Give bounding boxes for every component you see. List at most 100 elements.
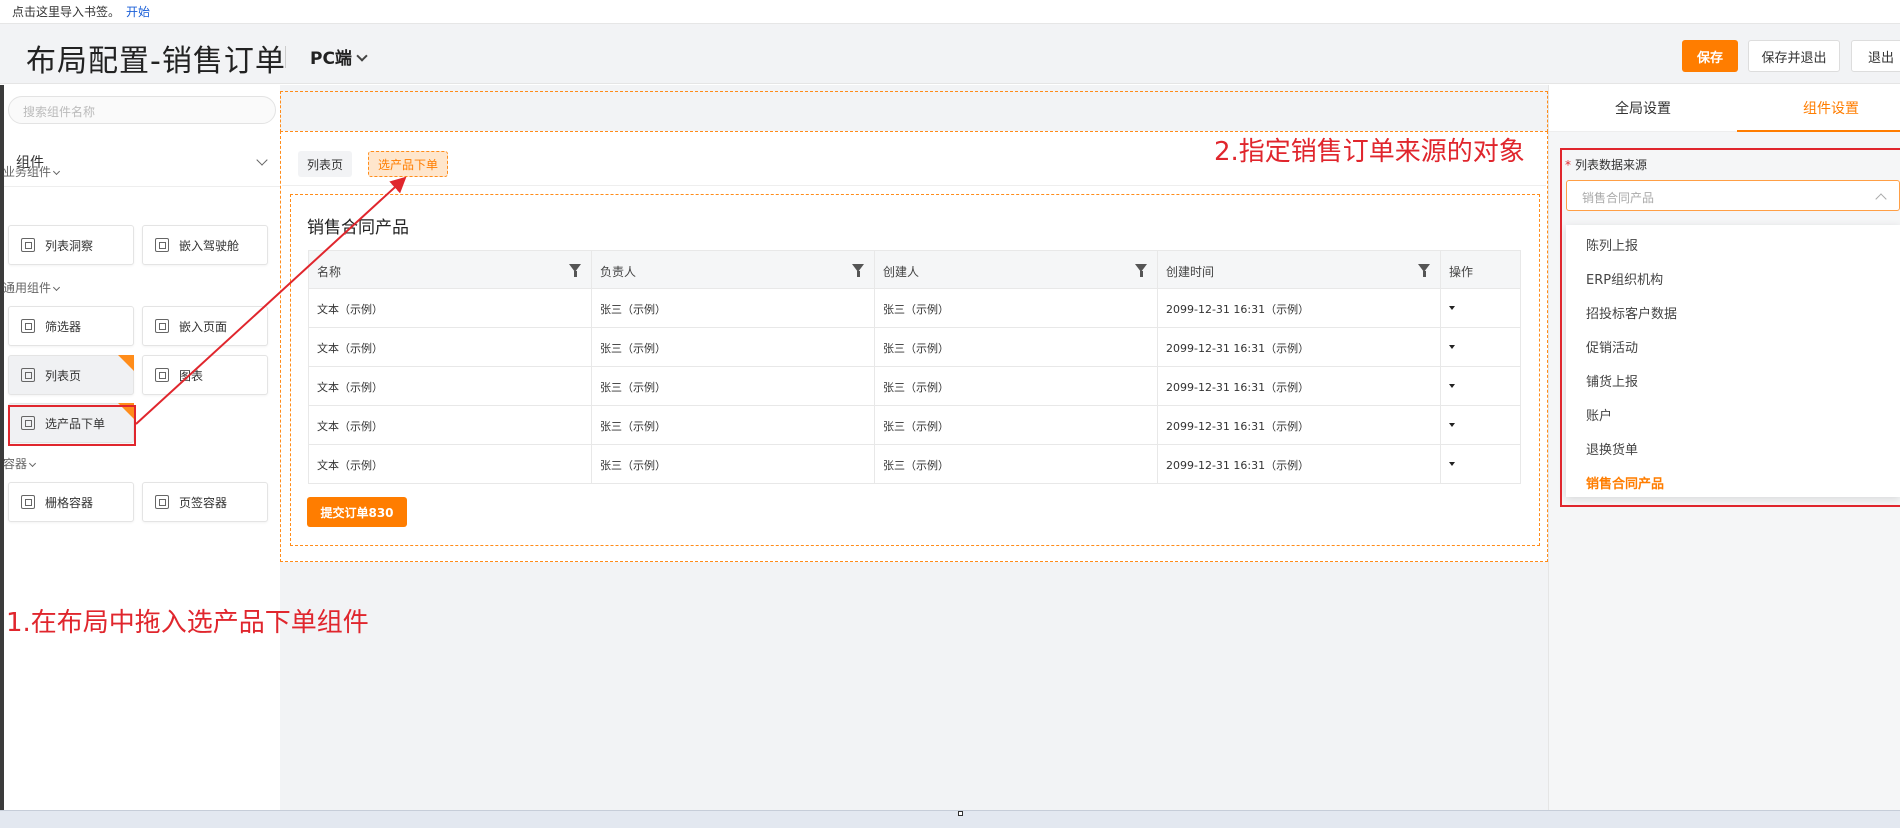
chevron-down-icon <box>52 167 61 176</box>
app-header: 布局配置-销售订单 PC端 保存 保存并退出 退出 <box>0 24 1900 84</box>
column-header-owner: 负责人 <box>592 251 875 290</box>
cell-owner: 张三（示例） <box>592 445 875 483</box>
component-search-input[interactable]: 搜索组件名称 <box>8 96 276 124</box>
group-general-label: 通用组件 <box>3 281 52 295</box>
resize-handle-icon[interactable] <box>958 811 963 816</box>
column-header-creator: 创建人 <box>875 251 1158 290</box>
cell-name: 文本（示例） <box>309 367 592 405</box>
component-icon <box>21 495 35 509</box>
cell-name: 文本（示例） <box>309 328 592 366</box>
data-source-value: 销售合同产品 <box>1582 191 1655 205</box>
option-bidding-customer[interactable]: 招投标客户数据 <box>1586 303 1677 322</box>
component-icon <box>21 319 35 333</box>
component-label: 列表洞察 <box>45 238 94 253</box>
component-embed-page[interactable]: 嵌入页面 <box>142 306 268 346</box>
filter-icon[interactable] <box>569 264 581 277</box>
component-label: 筛选器 <box>45 319 82 334</box>
component-grid-container[interactable]: 栅格容器 <box>8 482 134 522</box>
chevron-down-icon <box>256 154 268 166</box>
component-icon <box>155 495 169 509</box>
tab-global-settings[interactable]: 全局设置 <box>1549 85 1737 132</box>
option-erp-org[interactable]: ERP组织机构 <box>1586 269 1663 288</box>
component-label: 图表 <box>179 368 204 383</box>
filter-icon[interactable] <box>1418 264 1430 277</box>
component-chart[interactable]: 图表 <box>142 355 268 395</box>
annotation-step-1: 1.在布局中拖入选产品下单组件 <box>6 608 369 638</box>
tab-select-product-order[interactable]: 选产品下单 <box>368 151 448 177</box>
exit-button[interactable]: 退出 <box>1851 40 1900 72</box>
option-promotion[interactable]: 促销活动 <box>1586 337 1638 356</box>
cell-creator: 张三（示例） <box>875 289 1158 327</box>
cell-actions[interactable] <box>1441 367 1521 405</box>
filter-icon[interactable] <box>852 264 864 277</box>
cell-actions[interactable] <box>1441 406 1521 444</box>
component-icon <box>155 319 169 333</box>
group-container-label: 容器 <box>3 457 28 471</box>
cell-created-time: 2099-12-31 16:31（示例） <box>1158 289 1441 327</box>
cell-creator: 张三（示例） <box>875 367 1158 405</box>
tab-list-page[interactable]: 列表页 <box>298 151 352 177</box>
caret-down-icon <box>1449 306 1455 310</box>
option-account[interactable]: 账户 <box>1586 405 1612 424</box>
table-row: 文本（示例） 张三（示例） 张三（示例） 2099-12-31 16:31（示例… <box>308 445 1521 484</box>
empty-drop-zone[interactable] <box>280 91 1548 132</box>
component-icon <box>155 368 169 382</box>
caret-down-icon <box>1449 384 1455 388</box>
page-title: 布局配置-销售订单 <box>26 44 286 79</box>
table-row: 文本（示例） 张三（示例） 张三（示例） 2099-12-31 16:31（示例… <box>308 406 1521 445</box>
bottom-scrollbar[interactable] <box>0 810 1900 828</box>
chevron-down-icon <box>356 50 368 62</box>
component-list-page[interactable]: 列表页 <box>8 355 134 395</box>
component-select-product-order[interactable]: 选产品下单 <box>8 403 134 443</box>
cell-actions[interactable] <box>1441 328 1521 366</box>
cell-actions[interactable] <box>1441 445 1521 483</box>
cell-creator: 张三（示例） <box>875 406 1158 444</box>
chevron-down-icon <box>52 283 61 292</box>
tab-component-settings[interactable]: 组件设置 <box>1737 85 1900 132</box>
cell-owner: 张三（示例） <box>592 406 875 444</box>
column-header-label: 创建时间 <box>1166 265 1215 279</box>
title-divider <box>285 46 286 68</box>
column-header-label: 名称 <box>317 265 342 279</box>
data-source-select[interactable]: 销售合同产品 <box>1566 180 1900 211</box>
save-button[interactable]: 保存 <box>1682 40 1738 72</box>
table-row: 文本（示例） 张三（示例） 张三（示例） 2099-12-31 16:31（示例… <box>308 289 1521 328</box>
option-display-report[interactable]: 陈列上报 <box>1586 235 1638 254</box>
caret-down-icon <box>1449 462 1455 466</box>
component-tab-container[interactable]: 页签容器 <box>142 482 268 522</box>
submit-order-button[interactable]: 提交订单830 <box>307 497 407 527</box>
bookmark-bar: 点击这里导入书签。 开始 <box>0 0 1900 24</box>
cell-owner: 张三（示例） <box>592 328 875 366</box>
group-business-label: 业务组件 <box>3 165 52 179</box>
section-title: 销售合同产品 <box>307 218 409 238</box>
component-label: 选产品下单 <box>45 416 106 431</box>
bookmark-start-link[interactable]: 开始 <box>126 5 150 19</box>
component-label: 栅格容器 <box>45 495 94 510</box>
group-general[interactable]: 通用组件 <box>3 279 61 296</box>
save-exit-button[interactable]: 保存并退出 <box>1748 40 1840 72</box>
table-header: 名称 负责人 创建人 创建时间 操作 <box>308 250 1521 290</box>
used-corner-badge <box>118 403 134 419</box>
table-row: 文本（示例） 张三（示例） 张三（示例） 2099-12-31 16:31（示例… <box>308 328 1521 367</box>
option-distribution-report[interactable]: 铺货上报 <box>1586 371 1638 390</box>
cell-owner: 张三（示例） <box>592 289 875 327</box>
option-sales-contract-product[interactable]: 销售合同产品 <box>1586 473 1664 492</box>
platform-select[interactable]: PC端 <box>310 44 368 69</box>
component-embed-cockpit[interactable]: 嵌入驾驶舱 <box>142 225 268 265</box>
component-icon <box>21 368 35 382</box>
cell-creator: 张三（示例） <box>875 445 1158 483</box>
group-container[interactable]: 容器 <box>3 455 37 472</box>
chevron-up-icon <box>1875 193 1887 205</box>
cell-actions[interactable] <box>1441 289 1521 327</box>
component-list-insight[interactable]: 列表洞察 <box>8 225 134 265</box>
option-return-order[interactable]: 退换货单 <box>1586 439 1638 458</box>
chevron-down-icon <box>28 459 37 468</box>
component-icon <box>155 238 169 252</box>
column-header-label: 操作 <box>1449 265 1474 279</box>
cell-name: 文本（示例） <box>309 445 592 483</box>
group-business[interactable]: 业务组件 <box>3 163 61 180</box>
component-filter[interactable]: 筛选器 <box>8 306 134 346</box>
filter-icon[interactable] <box>1135 264 1147 277</box>
cell-name: 文本（示例） <box>309 289 592 327</box>
column-header-label: 创建人 <box>883 265 920 279</box>
